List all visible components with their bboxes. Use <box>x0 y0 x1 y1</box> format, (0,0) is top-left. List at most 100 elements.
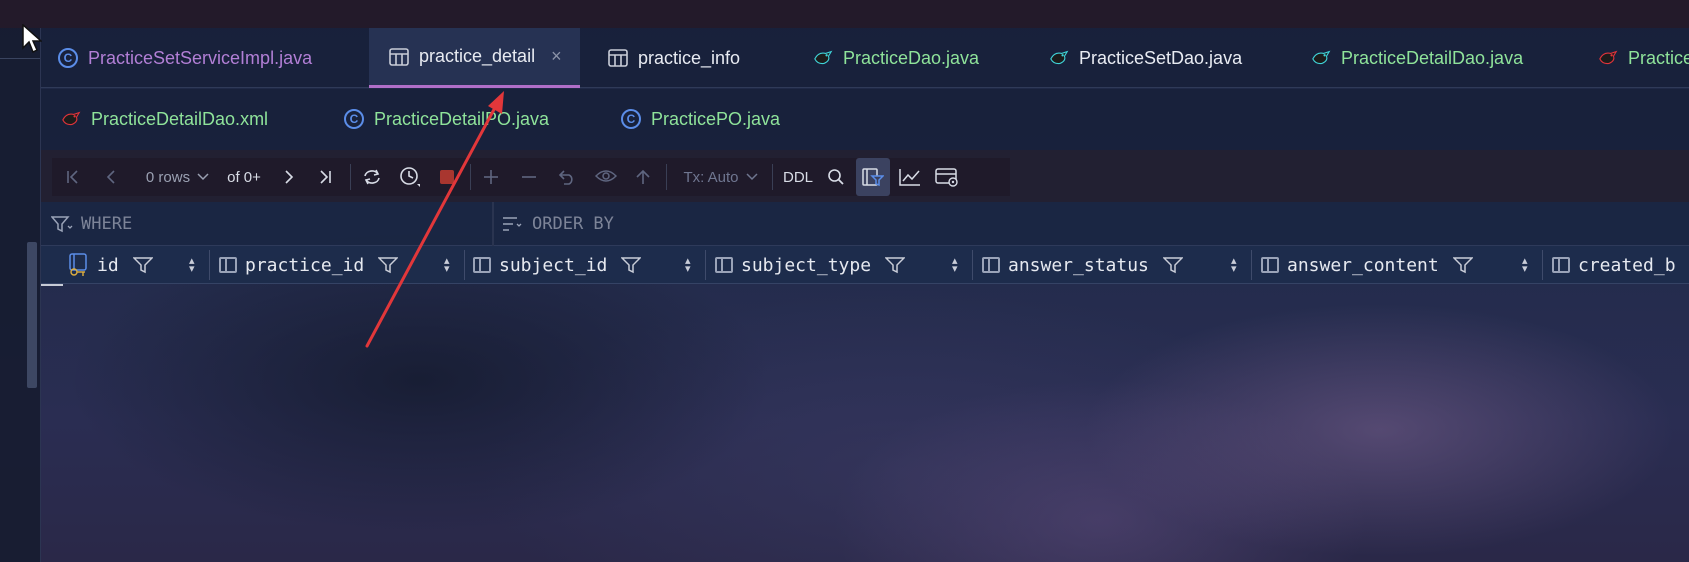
tab-practice-set-service-impl[interactable]: C PracticeSetServiceImpl.java <box>58 28 312 88</box>
submit-icon[interactable] <box>630 158 656 196</box>
sort-arrows-icon[interactable]: ▴ ▾ <box>1522 256 1528 275</box>
transaction-mode-dropdown[interactable]: Tx: Auto <box>676 158 766 196</box>
column-icon <box>1261 257 1279 273</box>
chevron-down-icon <box>197 173 209 181</box>
left-scrollbar[interactable] <box>27 242 37 388</box>
mybatis-red-icon <box>1598 48 1618 68</box>
total-rows-label: of 0+ <box>227 168 261 186</box>
last-page-icon[interactable] <box>312 158 338 196</box>
title-bar <box>0 0 1689 28</box>
column-name: created_b <box>1578 254 1676 276</box>
chevron-down-icon <box>745 173 758 181</box>
column-name: practice_id <box>245 254 365 276</box>
column-name: subject_type <box>741 254 872 276</box>
tab-label: PracticeDetailDao.xml <box>91 108 269 129</box>
filter-icon <box>51 216 73 233</box>
column-name: answer_content <box>1287 254 1439 276</box>
tab-practice-overflow[interactable]: Practice <box>1598 28 1689 88</box>
view-settings-icon[interactable] <box>932 158 962 196</box>
tab-label: practice_detail <box>419 46 536 66</box>
revert-icon[interactable] <box>554 158 580 196</box>
sort-arrows-icon[interactable]: ▴ ▾ <box>1231 256 1237 275</box>
close-tab-icon[interactable]: × <box>551 46 562 67</box>
sort-icon <box>503 217 522 231</box>
column-header-practice-id[interactable]: practice_id <box>219 246 399 284</box>
class-icon: C <box>621 109 641 129</box>
column-filter-icon <box>378 257 399 274</box>
sort-arrows-icon[interactable]: ▴ ▾ <box>444 256 450 275</box>
ddl-button[interactable]: DDL <box>778 158 818 196</box>
tab-label: practice_info <box>638 47 741 68</box>
column-filter-icon <box>621 257 642 274</box>
tab-practice-detail-dao[interactable]: PracticeDetailDao.java <box>1311 28 1523 88</box>
table-icon <box>608 48 628 68</box>
next-page-icon[interactable] <box>276 158 302 196</box>
column-filter-icon <box>1452 257 1473 274</box>
column-header-subject-type[interactable]: subject_type <box>715 246 906 284</box>
primary-key-icon <box>69 253 87 276</box>
class-icon: C <box>344 109 364 129</box>
filter-toggle-icon[interactable] <box>856 158 890 196</box>
tab-practice-detail[interactable]: practice_detail × <box>369 28 580 88</box>
delete-row-icon[interactable] <box>516 158 542 196</box>
stop-icon[interactable] <box>434 158 460 196</box>
column-filter-icon <box>1162 257 1183 274</box>
sort-arrows-icon[interactable]: ▴ ▾ <box>685 256 691 275</box>
rows-count-label: 0 rows <box>145 168 191 186</box>
tab-practice-po[interactable]: C PracticePO.java <box>621 89 780 149</box>
mybatis-icon <box>1311 48 1331 68</box>
column-header-answer-content[interactable]: answer_content <box>1261 246 1473 284</box>
tab-practice-dao[interactable]: PracticeDao.java <box>813 28 979 88</box>
preview-changes-icon[interactable] <box>592 158 620 196</box>
column-icon <box>982 257 1000 273</box>
sort-arrows-icon[interactable]: ▴ ▾ <box>189 256 195 275</box>
editor-tabs-row-1: C PracticeSetServiceImpl.java practice_d… <box>41 28 1689 88</box>
column-header-answer-status[interactable]: answer_status <box>982 246 1183 284</box>
tab-label: PracticeDetailPO.java <box>374 108 550 129</box>
editor-tabs-row-2: PracticeDetailDao.xml C PracticeDetailPO… <box>41 89 1689 150</box>
tab-practice-detail-po[interactable]: C PracticeDetailPO.java <box>344 89 549 149</box>
transaction-mode-label: Tx: Auto <box>683 168 739 186</box>
filter-bar: WHERE ORDER BY <box>41 202 1689 246</box>
mybatis-red-icon <box>61 109 81 129</box>
tab-label: PracticeSetServiceImpl.java <box>88 47 313 68</box>
tab-practice-detail-dao-xml[interactable]: PracticeDetailDao.xml <box>61 89 268 149</box>
where-filter-input[interactable]: WHERE <box>51 202 491 246</box>
column-name: answer_status <box>1008 254 1149 276</box>
search-icon[interactable] <box>822 158 850 196</box>
clock-icon[interactable] <box>396 158 424 196</box>
column-header-id[interactable]: id <box>69 246 153 284</box>
first-page-icon[interactable] <box>60 158 86 196</box>
column-name: id <box>97 254 119 276</box>
tab-label: PracticeDetailDao.java <box>1341 47 1524 68</box>
table-header-row: id ▴ ▾ practice_id ▴ ▾ subject_id ▴ ▾ subje… <box>41 246 1689 284</box>
column-icon <box>473 257 491 273</box>
sort-arrows-icon[interactable]: ▴ ▾ <box>952 256 958 275</box>
column-filter-icon <box>132 257 153 274</box>
mouse-cursor-icon <box>22 24 42 54</box>
tab-practice-info[interactable]: practice_info <box>608 28 740 88</box>
previous-page-icon[interactable] <box>98 158 124 196</box>
data-editor-toolbar: 0 rows of 0+ Tx: Auto DDL <box>52 158 1010 196</box>
mybatis-icon <box>1049 48 1069 68</box>
tab-label: PracticePO.java <box>651 108 781 129</box>
refresh-icon[interactable] <box>358 158 386 196</box>
column-icon <box>1552 257 1570 273</box>
tab-label: PracticeDao.java <box>843 47 980 68</box>
order-by-placeholder: ORDER BY <box>532 214 614 234</box>
class-icon: C <box>58 48 78 68</box>
column-name: subject_id <box>499 254 608 276</box>
order-by-input[interactable]: ORDER BY <box>502 202 1102 246</box>
column-filter-icon <box>885 257 906 274</box>
chart-icon[interactable] <box>896 158 924 196</box>
column-header-subject-id[interactable]: subject_id <box>473 246 642 284</box>
column-header-created-by[interactable]: created_b <box>1552 246 1676 284</box>
where-placeholder: WHERE <box>81 214 133 234</box>
column-icon <box>219 257 237 273</box>
tab-label: Practice <box>1628 47 1689 68</box>
add-row-icon[interactable] <box>478 158 504 196</box>
row-selection-indicator <box>41 284 63 286</box>
rows-count-dropdown[interactable]: 0 rows <box>138 158 218 196</box>
table-icon <box>389 47 409 67</box>
tab-practice-set-dao[interactable]: PracticeSetDao.java <box>1049 28 1242 88</box>
